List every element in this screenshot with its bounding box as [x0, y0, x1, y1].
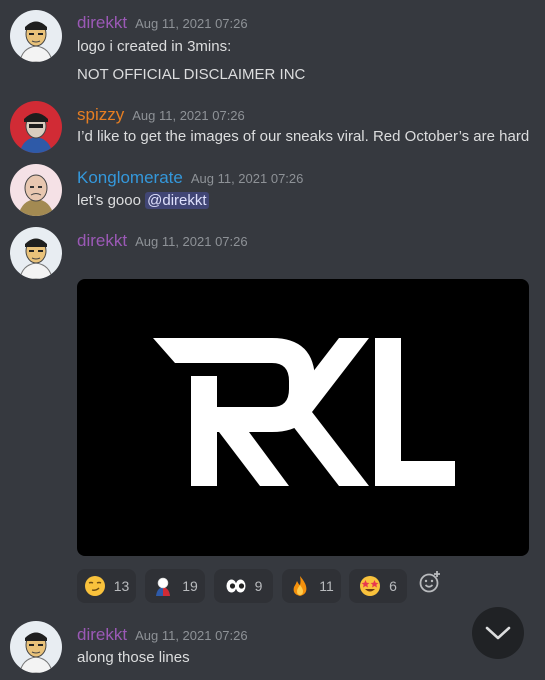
avatar-direkkt[interactable]	[10, 10, 62, 62]
username[interactable]: spizzy	[77, 105, 124, 124]
message-header: Konglomerate Aug 11, 2021 07:26	[77, 168, 303, 188]
image-attachment[interactable]	[77, 279, 529, 556]
avatar-spizzy[interactable]	[10, 101, 62, 153]
message-direkkt-2: direkkt Aug 11, 2021 07:26	[0, 227, 545, 279]
message-spizzy: spizzy Aug 11, 2021 07:26 I’d like to get…	[0, 101, 545, 153]
reaction-eyes[interactable]: 9	[214, 569, 273, 603]
reaction-count: 6	[389, 578, 397, 594]
smirk-emoji-icon	[84, 576, 105, 596]
message-text: logo i created in 3mins:	[77, 38, 232, 55]
timestamp: Aug 11, 2021 07:26	[190, 171, 304, 186]
avatar-direkkt-image	[10, 227, 62, 279]
avatar-konglomerate-image	[10, 164, 62, 216]
avatar-direkkt-image	[10, 621, 62, 673]
avatar-direkkt[interactable]	[10, 621, 62, 673]
jump-to-latest-button[interactable]	[472, 607, 524, 659]
reaction-count: 19	[182, 578, 198, 594]
reaction-count: 11	[319, 578, 334, 594]
message-text: I’d like to get the images of our sneaks…	[77, 128, 530, 145]
message-text: let’s gooo @direkkt	[77, 192, 209, 209]
timestamp: Aug 11, 2021 07:26	[135, 16, 248, 31]
reaction-fire[interactable]: 11	[282, 569, 341, 603]
reaction-count: 13	[113, 578, 130, 594]
avatar-direkkt[interactable]	[10, 227, 62, 279]
message-direkkt-3: direkkt Aug 11, 2021 07:26 along those li…	[0, 621, 545, 673]
reaction-custom-mascot[interactable]: 19	[145, 569, 205, 603]
username[interactable]: direkkt	[77, 231, 127, 250]
message-header: spizzy Aug 11, 2021 07:26	[77, 105, 245, 125]
chevron-down-icon	[485, 626, 511, 640]
reaction-smirk[interactable]: 13	[77, 569, 136, 603]
message-text: along those lines	[77, 649, 190, 666]
reaction-star-struck[interactable]: 6	[349, 569, 407, 603]
timestamp: Aug 11, 2021 07:26	[135, 234, 248, 249]
reaction-count: 9	[254, 578, 263, 594]
timestamp: Aug 11, 2021 07:26	[135, 628, 248, 643]
username[interactable]: direkkt	[77, 13, 127, 32]
message-header: direkkt Aug 11, 2021 07:26	[77, 13, 248, 33]
avatar-spizzy-image	[10, 101, 62, 153]
message-direkkt-1: direkkt Aug 11, 2021 07:26 logo i created…	[0, 10, 545, 90]
avatar-direkkt-image	[10, 10, 62, 62]
message-konglomerate: Konglomerate Aug 11, 2021 07:26 let’s goo…	[0, 164, 545, 216]
add-reaction-icon[interactable]	[418, 570, 442, 594]
message-text-body: let’s gooo	[77, 192, 141, 209]
star-struck-emoji-icon	[360, 576, 381, 596]
user-mention[interactable]: @direkkt	[145, 192, 209, 209]
rkl-logo-image	[153, 338, 455, 486]
eyes-emoji-icon	[226, 579, 246, 593]
username[interactable]: direkkt	[77, 625, 127, 644]
timestamp: Aug 11, 2021 07:26	[132, 108, 245, 123]
username[interactable]: Konglomerate	[77, 168, 183, 187]
message-header: direkkt Aug 11, 2021 07:26	[77, 625, 248, 645]
custom-mascot-emoji-icon	[156, 577, 171, 596]
avatar-konglomerate[interactable]	[10, 164, 62, 216]
fire-emoji-icon	[293, 576, 307, 596]
message-text: NOT OFFICIAL DISCLAIMER INC	[77, 66, 306, 83]
message-header: direkkt Aug 11, 2021 07:26	[77, 231, 248, 251]
